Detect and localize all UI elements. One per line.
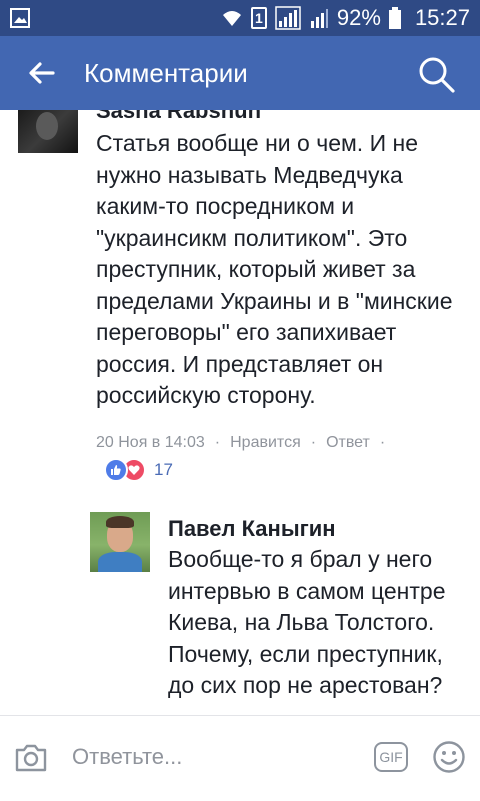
reply-composer: GIF [0, 715, 480, 801]
separator-dot: · [379, 434, 386, 451]
signal-strength-icon [275, 6, 301, 30]
wifi-icon [221, 7, 243, 29]
avatar[interactable] [18, 110, 78, 153]
comment-meta: 20 Ноя в 14:03 · Нравится · Ответ · [96, 434, 385, 452]
reply-text: Вообще-то я брал у него интервью в самом… [168, 546, 446, 698]
camera-icon[interactable] [14, 743, 48, 773]
app-bar: Комментарии [0, 36, 480, 110]
avatar[interactable] [90, 512, 150, 572]
reply-author[interactable]: Павел Каныгин [168, 516, 336, 542]
signal-strength-2-icon [309, 7, 329, 29]
search-icon[interactable] [416, 54, 456, 94]
thumbs-up-icon [104, 458, 128, 482]
comment-timestamp[interactable]: 20 Ноя в 14:03 [96, 434, 205, 452]
reply-button[interactable]: Ответ [326, 434, 370, 452]
separator-dot: · [214, 434, 221, 451]
like-button[interactable]: Нравится [230, 434, 301, 452]
separator-dot: · [310, 434, 317, 451]
comment-author[interactable]: Sasha Rabshun [96, 110, 261, 124]
clock: 15:27 [414, 5, 470, 30]
reply-input[interactable] [70, 738, 354, 776]
gallery-notification-icon [10, 8, 30, 28]
back-arrow-icon[interactable] [26, 58, 56, 88]
comment-text: Статья вообще ни о чем. И не нужно назыв… [96, 130, 453, 408]
gif-button[interactable]: GIF [374, 742, 408, 772]
emoji-icon[interactable] [432, 740, 466, 774]
status-bar: 1 92% 15:27 [0, 0, 480, 36]
battery-icon [388, 7, 401, 29]
sim-slot-icon: 1 [250, 7, 267, 29]
page-title: Комментарии [84, 58, 248, 88]
comments-list: Sasha Rabshun Статья вообще ни о чем. И … [0, 110, 480, 715]
battery-percent: 92% [336, 5, 381, 30]
reaction-count: 17 [154, 460, 173, 479]
reactions-summary[interactable]: 17 [104, 458, 173, 482]
